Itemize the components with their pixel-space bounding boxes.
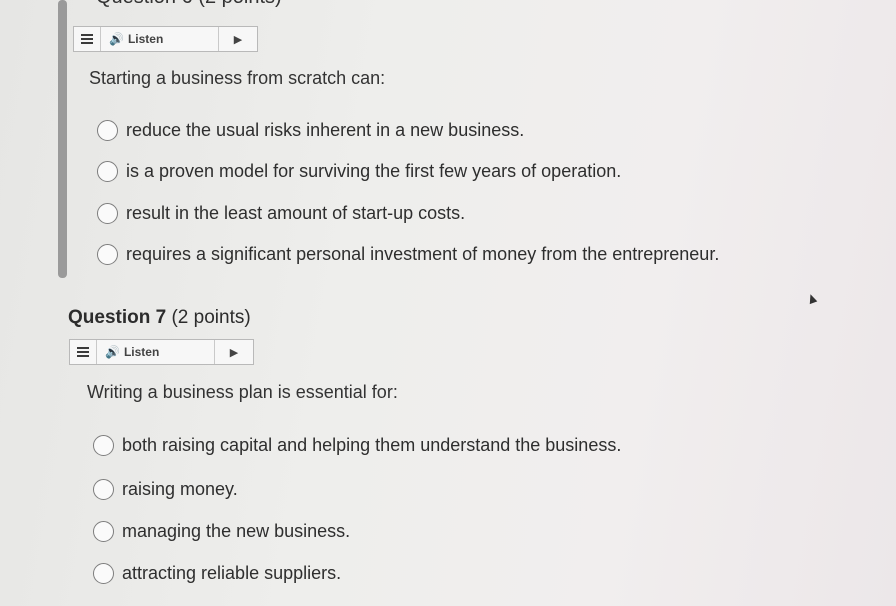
radio-button[interactable] — [97, 244, 118, 265]
q7-option-4[interactable]: attracting reliable suppliers. — [93, 563, 341, 584]
listen-toolbar-q7: 🔊 Listen ▶ — [69, 339, 254, 365]
option-label: both raising capital and helping them un… — [122, 435, 622, 455]
option-label: raising money. — [122, 479, 238, 499]
question-6-title: Question 6 (2 points) — [96, 0, 282, 9]
listen-button[interactable]: 🔊 Listen — [97, 340, 215, 364]
radio-button[interactable] — [93, 435, 114, 456]
question-7-points: (2 points) — [171, 307, 251, 328]
radio-button[interactable] — [97, 203, 118, 224]
q6-option-2[interactable]: is a proven model for surviving the firs… — [97, 161, 621, 182]
question-7-prompt: Writing a business plan is essential for… — [87, 382, 398, 402]
scrollbar[interactable] — [58, 0, 67, 278]
question-7-title: Question 7 (2 points) — [68, 307, 251, 329]
option-label: result in the least amount of start-up c… — [126, 203, 466, 223]
option-label: is a proven model for surviving the firs… — [126, 161, 622, 181]
menu-button[interactable] — [70, 340, 97, 364]
play-icon: ▶ — [229, 346, 239, 359]
q6-option-1[interactable]: reduce the usual risks inherent in a new… — [97, 120, 524, 141]
play-button[interactable]: ▶ — [219, 27, 257, 51]
radio-button[interactable] — [93, 479, 114, 500]
play-icon: ▶ — [233, 33, 243, 46]
listen-button[interactable]: 🔊 Listen — [101, 27, 219, 51]
option-label: reduce the usual risks inherent in a new… — [126, 120, 525, 140]
menu-icon — [77, 347, 89, 357]
mouse-cursor-icon — [806, 292, 818, 305]
speaker-icon: 🔊 — [105, 345, 120, 359]
q7-option-2[interactable]: raising money. — [93, 479, 238, 500]
question-7-label: Question 7 — [68, 307, 167, 328]
radio-button[interactable] — [97, 120, 118, 141]
listen-label: Listen — [123, 345, 160, 359]
radio-button[interactable] — [97, 161, 118, 182]
listen-label: Listen — [127, 32, 164, 46]
question-6-prompt: Starting a business from scratch can: — [89, 68, 386, 88]
q6-option-3[interactable]: result in the least amount of start-up c… — [97, 203, 465, 224]
radio-button[interactable] — [93, 563, 114, 584]
q7-option-1[interactable]: both raising capital and helping them un… — [93, 435, 621, 456]
listen-toolbar-q6: 🔊 Listen ▶ — [73, 26, 258, 52]
speaker-icon: 🔊 — [109, 32, 124, 46]
option-label: attracting reliable suppliers. — [122, 563, 342, 583]
option-label: requires a significant personal investme… — [126, 244, 720, 264]
q7-option-3[interactable]: managing the new business. — [93, 521, 350, 542]
play-button[interactable]: ▶ — [215, 340, 253, 364]
menu-icon — [81, 34, 93, 44]
menu-button[interactable] — [74, 27, 101, 51]
q6-option-4[interactable]: requires a significant personal investme… — [97, 244, 719, 265]
radio-button[interactable] — [93, 521, 114, 542]
option-label: managing the new business. — [122, 521, 351, 541]
